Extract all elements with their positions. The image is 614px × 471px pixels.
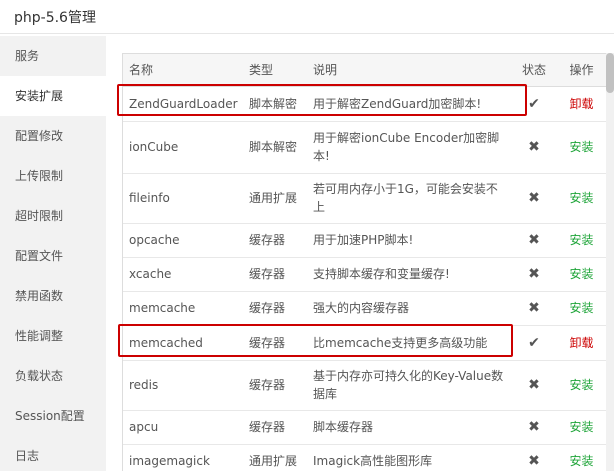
sidebar-item-service[interactable]: 服务 [0,36,106,76]
table-row: fileinfo 通用扩展 若可用内存小于1G，可能会安装不上 ✖ 安装 [123,173,607,224]
ext-name: opcache [123,223,243,258]
table-row: xcache 缓存器 支持脚本缓存和变量缓存! ✖ 安装 [123,257,607,292]
ext-type: 缓存器 [243,410,307,445]
ext-desc: 脚本缓存器 [307,410,514,445]
ext-type: 缓存器 [243,223,307,258]
window-title: php-5.6管理 [14,10,96,26]
not-installed-x-icon: ✖ [514,360,554,411]
scrollbar-track[interactable] [606,53,614,471]
ext-desc: 基于内存亦可持久化的Key-Value数据库 [307,360,514,411]
ext-name: memcached [123,325,243,361]
not-installed-x-icon: ✖ [514,410,554,445]
not-installed-x-icon: ✖ [514,257,554,292]
title-bar: php-5.6管理 [0,0,614,34]
table-row: imagemagick 通用扩展 Imagick高性能图形库 ✖ 安装 [123,444,607,471]
ext-name: memcache [123,291,243,326]
header-type: 类型 [243,54,307,87]
install-button[interactable]: 安装 [554,360,607,411]
ext-name: xcache [123,257,243,292]
table-row: ZendGuardLoader 脚本解密 用于解密ZendGuard加密脚本! … [123,86,607,122]
sidebar-item-disabled-functions[interactable]: 禁用函数 [0,276,106,316]
table-header: 名称 类型 说明 状态 操作 [123,54,607,87]
install-button[interactable]: 安装 [554,257,607,292]
installed-check-icon: ✔ [514,325,554,361]
table-row: ionCube 脚本解密 用于解密ionCube Encoder加密脚本! ✖ … [123,121,607,174]
ext-type: 通用扩展 [243,173,307,224]
install-button[interactable]: 安装 [554,291,607,326]
not-installed-x-icon: ✖ [514,121,554,174]
ext-name: ionCube [123,121,243,174]
ext-desc: Imagick高性能图形库 [307,444,514,471]
ext-desc: 比memcache支持更多高级功能 [307,325,514,361]
extensions-table: 名称 类型 说明 状态 操作 ZendGuardLoader 脚本解密 用于解密… [122,53,608,471]
sidebar-item-config-file[interactable]: 配置文件 [0,236,106,276]
sidebar-item-config-edit[interactable]: 配置修改 [0,116,106,156]
sidebar-item-install-extensions[interactable]: 安装扩展 [0,76,106,116]
ext-name: ZendGuardLoader [123,86,243,122]
install-button[interactable]: 安装 [554,444,607,471]
ext-desc: 用于解密ZendGuard加密脚本! [307,86,514,122]
ext-name: redis [123,360,243,411]
header-action: 操作 [554,54,607,87]
sidebar-item-load-status[interactable]: 负载状态 [0,356,106,396]
header-name: 名称 [123,54,243,87]
not-installed-x-icon: ✖ [514,291,554,326]
installed-check-icon: ✔ [514,86,554,122]
table-row: redis 缓存器 基于内存亦可持久化的Key-Value数据库 ✖ 安装 [123,360,607,411]
ext-desc: 若可用内存小于1G，可能会安装不上 [307,173,514,224]
ext-name: apcu [123,410,243,445]
ext-type: 缓存器 [243,291,307,326]
ext-type: 缓存器 [243,360,307,411]
ext-desc: 用于加速PHP脚本! [307,223,514,258]
ext-name: fileinfo [123,173,243,224]
sidebar-item-session-config[interactable]: Session配置 [0,396,106,436]
table-row: apcu 缓存器 脚本缓存器 ✖ 安装 [123,410,607,445]
main-panel: 名称 类型 说明 状态 操作 ZendGuardLoader 脚本解密 用于解密… [106,36,614,471]
not-installed-x-icon: ✖ [514,173,554,224]
ext-desc: 支持脚本缓存和变量缓存! [307,257,514,292]
install-button[interactable]: 安装 [554,223,607,258]
ext-type: 缓存器 [243,325,307,361]
install-button[interactable]: 安装 [554,121,607,174]
sidebar-item-performance[interactable]: 性能调整 [0,316,106,356]
sidebar: 服务 安装扩展 配置修改 上传限制 超时限制 配置文件 禁用函数 性能调整 负载… [0,36,106,471]
ext-type: 脚本解密 [243,86,307,122]
sidebar-item-log[interactable]: 日志 [0,436,106,471]
ext-type: 缓存器 [243,257,307,292]
table-row: opcache 缓存器 用于加速PHP脚本! ✖ 安装 [123,223,607,258]
sidebar-item-upload-limit[interactable]: 上传限制 [0,156,106,196]
ext-name: imagemagick [123,444,243,471]
header-desc: 说明 [307,54,514,87]
table-row: memcached 缓存器 比memcache支持更多高级功能 ✔ 卸载 [123,325,607,361]
uninstall-button[interactable]: 卸载 [554,86,607,122]
table-row: memcache 缓存器 强大的内容缓存器 ✖ 安装 [123,291,607,326]
install-button[interactable]: 安装 [554,410,607,445]
ext-type: 脚本解密 [243,121,307,174]
not-installed-x-icon: ✖ [514,444,554,471]
scrollbar-thumb[interactable] [606,53,614,93]
ext-type: 通用扩展 [243,444,307,471]
header-status: 状态 [514,54,554,87]
not-installed-x-icon: ✖ [514,223,554,258]
ext-desc: 强大的内容缓存器 [307,291,514,326]
install-button[interactable]: 安装 [554,173,607,224]
sidebar-item-timeout-limit[interactable]: 超时限制 [0,196,106,236]
ext-desc: 用于解密ionCube Encoder加密脚本! [307,121,514,174]
uninstall-button[interactable]: 卸载 [554,325,607,361]
